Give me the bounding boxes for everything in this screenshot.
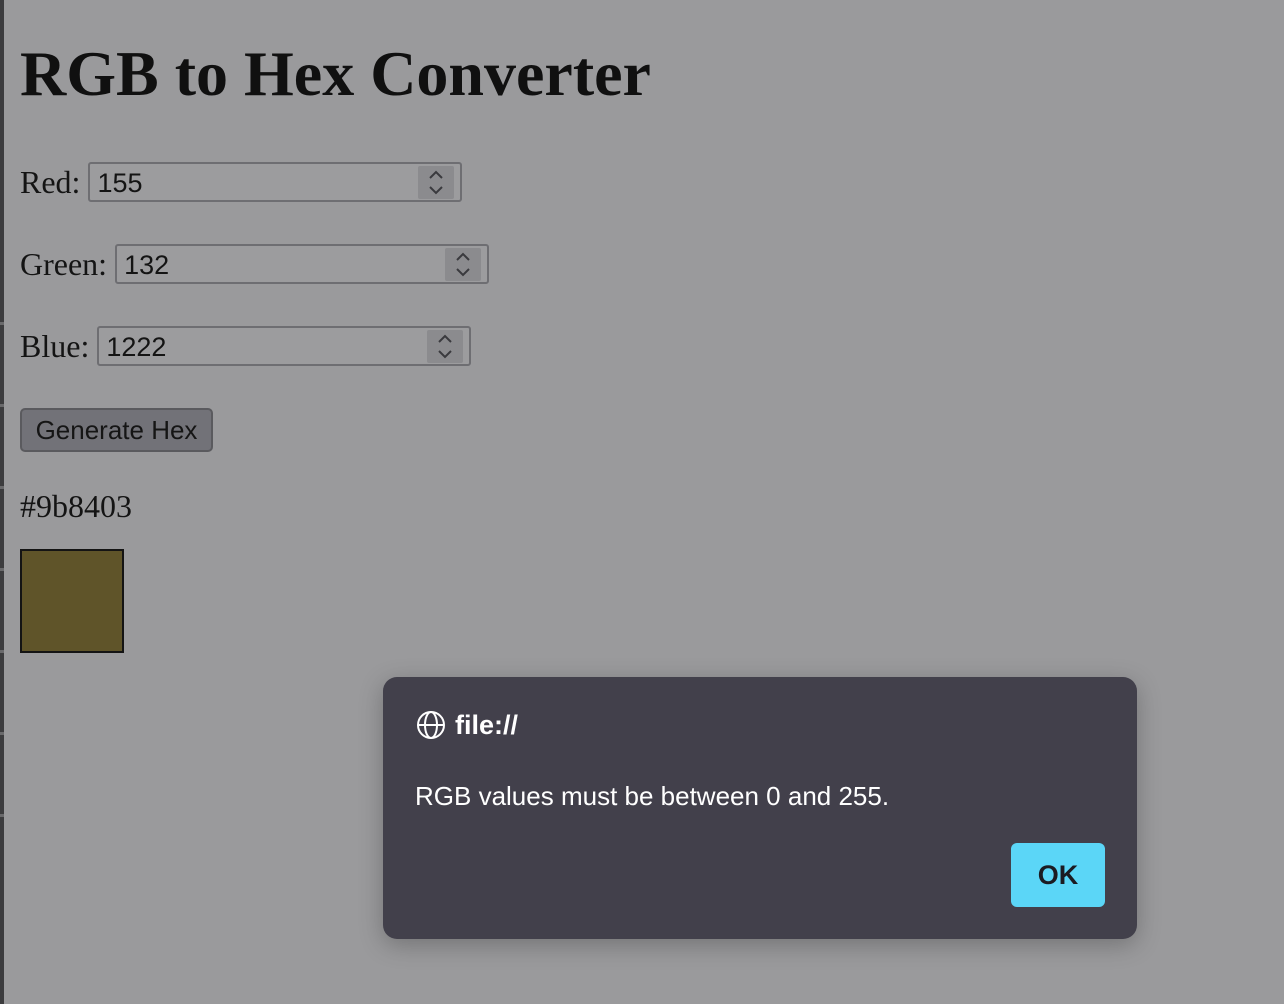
green-spinner[interactable] — [445, 248, 482, 281]
globe-icon — [417, 711, 445, 739]
blue-label: Blue: — [20, 327, 90, 364]
ok-button[interactable]: OK — [1011, 843, 1105, 907]
chevron-up-down-icon — [456, 252, 470, 277]
green-input-value: 132 — [124, 250, 170, 280]
dialog-message: RGB values must be between 0 and 255. — [415, 781, 890, 811]
blue-input-value: 1222 — [106, 332, 167, 362]
red-input-value: 155 — [97, 168, 143, 198]
page-title: RGB to Hex Converter — [20, 38, 651, 109]
window-left-edge — [0, 0, 4, 1004]
red-row: Red: 155 — [20, 162, 463, 202]
chevron-up-down-icon — [438, 334, 453, 359]
blue-input[interactable]: 1222 — [97, 326, 472, 366]
generate-hex-button[interactable]: Generate Hex — [20, 408, 213, 452]
red-input[interactable]: 155 — [88, 162, 463, 202]
green-label: Green: — [20, 245, 108, 282]
dialog-origin-text: file:// — [455, 710, 519, 740]
chevron-up-down-icon — [429, 170, 444, 195]
green-input[interactable]: 132 — [115, 244, 490, 284]
green-row: Green: 132 — [20, 244, 490, 284]
blue-spinner[interactable] — [427, 330, 464, 363]
color-swatch — [20, 549, 124, 653]
hex-result: #9b8403 — [20, 488, 132, 524]
blue-row: Blue: 1222 — [20, 326, 472, 366]
red-spinner[interactable] — [418, 166, 455, 199]
alert-dialog: file:// RGB values must be between 0 and… — [383, 677, 1137, 939]
red-label: Red: — [20, 163, 81, 200]
dialog-origin: file:// — [415, 709, 518, 741]
